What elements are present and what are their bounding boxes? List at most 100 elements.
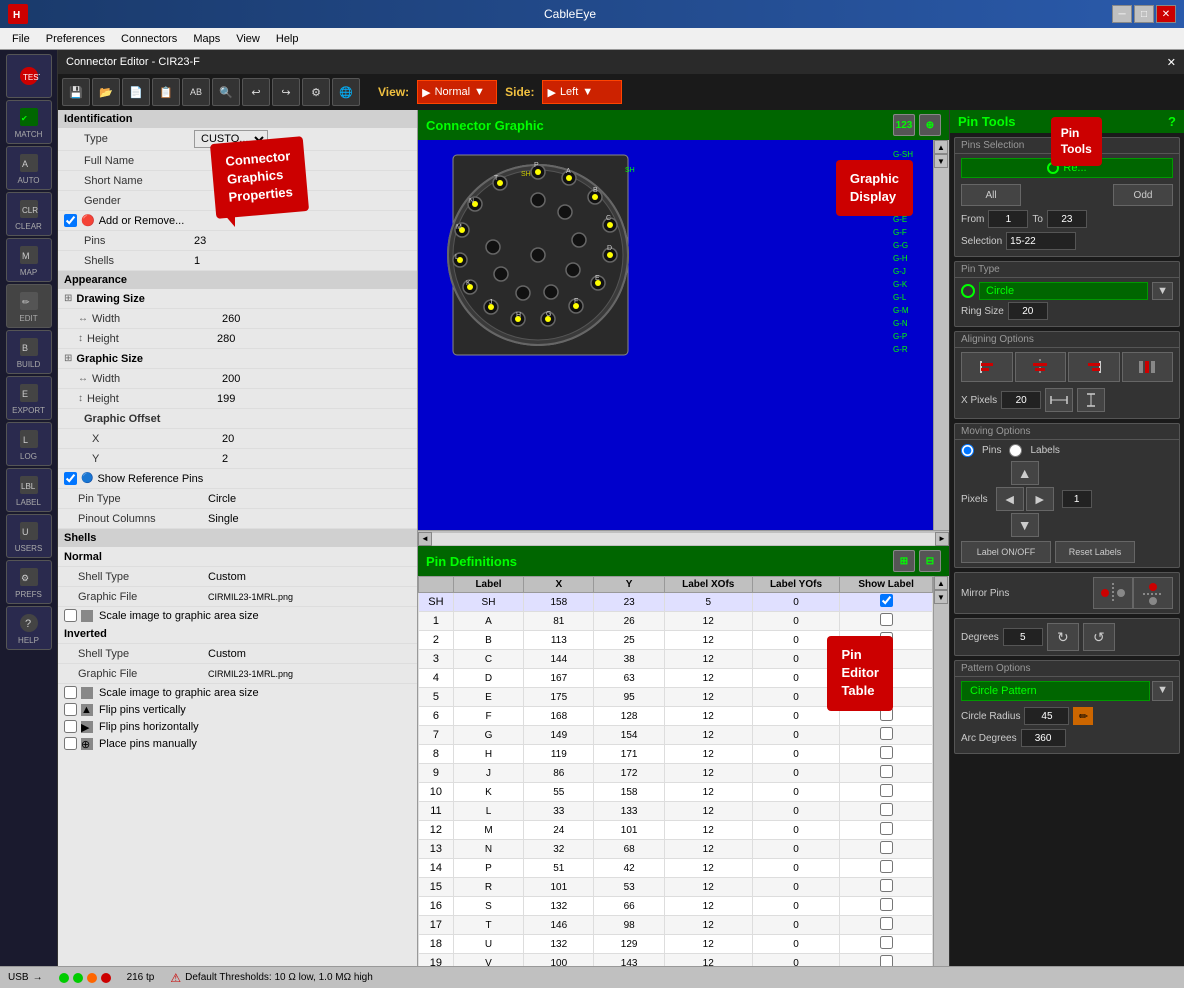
side-dropdown[interactable]: ▶ Left ▼ (542, 80, 622, 104)
help-button[interactable]: ? HELP (6, 606, 52, 650)
auto-button[interactable]: A AUTO (6, 146, 52, 190)
connector-graphic-canvas[interactable]: GraphicDisplay (418, 140, 933, 530)
pins-radio[interactable] (961, 444, 974, 457)
pin-show[interactable] (840, 840, 933, 859)
odd-button[interactable]: Odd (1113, 184, 1173, 206)
align-center-h-btn[interactable] (1015, 352, 1067, 382)
pin-y[interactable] (594, 878, 664, 897)
pin-lxofs[interactable] (664, 726, 752, 745)
pin-x[interactable] (524, 802, 594, 821)
pin-lxofs[interactable] (664, 707, 752, 726)
toolbar-globe[interactable]: 🌐 (332, 78, 360, 106)
move-left-btn[interactable]: ◄ (996, 487, 1024, 511)
pin-lyofs[interactable] (752, 593, 840, 612)
pin-lxofs[interactable] (664, 954, 752, 967)
maximize-button[interactable]: □ (1134, 5, 1154, 23)
pin-y[interactable] (594, 745, 664, 764)
pin-y[interactable] (594, 916, 664, 935)
circle-pattern-button[interactable]: Circle Pattern (961, 681, 1150, 701)
pin-show[interactable] (840, 897, 933, 916)
pin-x[interactable] (524, 935, 594, 954)
pin-label[interactable] (453, 916, 523, 935)
rotate-ccw-btn[interactable]: ↺ (1083, 623, 1115, 651)
pin-label[interactable] (453, 878, 523, 897)
pin-y[interactable] (594, 897, 664, 916)
pin-show[interactable] (840, 783, 933, 802)
minimize-button[interactable]: ─ (1112, 5, 1132, 23)
editor-close-icon[interactable]: ✕ (1167, 56, 1176, 69)
label-on-off-button[interactable]: Label ON/OFF (961, 541, 1051, 563)
scroll-left-btn[interactable]: ◄ (418, 532, 432, 546)
pin-show[interactable] (840, 954, 933, 967)
pin-label[interactable] (453, 897, 523, 916)
pin-label[interactable] (453, 707, 523, 726)
menu-help[interactable]: Help (268, 31, 307, 47)
pin-lxofs[interactable] (664, 745, 752, 764)
pin-lyofs[interactable] (752, 726, 840, 745)
mirror-h-btn[interactable] (1093, 577, 1133, 609)
selection-input[interactable]: 15-22 (1006, 232, 1076, 250)
scroll-right-btn[interactable]: ► (935, 532, 949, 546)
all-button[interactable]: All (961, 184, 1021, 206)
x-pixels-input[interactable]: 20 (1001, 391, 1041, 409)
pin-y[interactable] (594, 821, 664, 840)
show-ref-pins-checkbox[interactable] (64, 472, 77, 485)
pin-show[interactable] (840, 802, 933, 821)
pin-scroll-down[interactable]: ▼ (934, 590, 948, 604)
mirror-v-btn[interactable] (1133, 577, 1173, 609)
pin-y[interactable] (594, 612, 664, 631)
pin-x[interactable] (524, 593, 594, 612)
pin-lxofs[interactable] (664, 593, 752, 612)
clear-button[interactable]: CLR CLEAR (6, 192, 52, 236)
pin-lyofs[interactable] (752, 878, 840, 897)
pin-x[interactable] (524, 688, 594, 707)
toolbar-new[interactable]: 📄 (122, 78, 150, 106)
pin-lxofs[interactable] (664, 764, 752, 783)
pin-x[interactable] (524, 821, 594, 840)
pin-x[interactable] (524, 764, 594, 783)
pin-y[interactable] (594, 783, 664, 802)
y-space-btn[interactable] (1077, 388, 1105, 412)
pin-x[interactable] (524, 669, 594, 688)
graphic-scrollbar-h[interactable]: ◄ ► (418, 530, 949, 546)
move-down-btn[interactable]: ▼ (1011, 513, 1039, 537)
match-button[interactable]: ✔ MATCH (6, 100, 52, 144)
pin-lxofs[interactable] (664, 669, 752, 688)
pin-lyofs[interactable] (752, 916, 840, 935)
pin-x[interactable] (524, 916, 594, 935)
pin-x[interactable] (524, 783, 594, 802)
degrees-input[interactable]: 5 (1003, 628, 1043, 646)
pin-label[interactable] (453, 631, 523, 650)
pin-show[interactable] (840, 612, 933, 631)
ring-size-input[interactable]: 20 (1008, 302, 1048, 320)
place-pins-checkbox[interactable] (64, 737, 77, 750)
menu-preferences[interactable]: Preferences (38, 31, 113, 47)
pin-x[interactable] (524, 745, 594, 764)
pin-label[interactable] (453, 745, 523, 764)
numbering-icon[interactable]: 123 (893, 114, 915, 136)
pin-lyofs[interactable] (752, 935, 840, 954)
pin-y[interactable] (594, 859, 664, 878)
pin-lxofs[interactable] (664, 783, 752, 802)
add-remove-checkbox[interactable] (64, 214, 77, 227)
pin-label[interactable] (453, 783, 523, 802)
pin-lyofs[interactable] (752, 859, 840, 878)
pin-lxofs[interactable] (664, 612, 752, 631)
arc-degrees-input[interactable]: 360 (1021, 729, 1066, 747)
pin-label[interactable] (453, 688, 523, 707)
pin-lyofs[interactable] (752, 840, 840, 859)
labels-radio[interactable] (1009, 444, 1022, 457)
pin-tools-help-icon[interactable]: ? (1168, 114, 1176, 129)
pin-y[interactable] (594, 669, 664, 688)
prefs-button[interactable]: ⚙ PREFS (6, 560, 52, 604)
close-button[interactable]: ✕ (1156, 5, 1176, 23)
pin-label[interactable] (453, 726, 523, 745)
menu-view[interactable]: View (228, 31, 268, 47)
pin-x[interactable] (524, 707, 594, 726)
pin-x[interactable] (524, 726, 594, 745)
pin-lyofs[interactable] (752, 783, 840, 802)
add-pin-icon[interactable]: ⊕ (919, 114, 941, 136)
pin-show[interactable] (840, 726, 933, 745)
pin-x[interactable] (524, 897, 594, 916)
pin-lxofs[interactable] (664, 916, 752, 935)
